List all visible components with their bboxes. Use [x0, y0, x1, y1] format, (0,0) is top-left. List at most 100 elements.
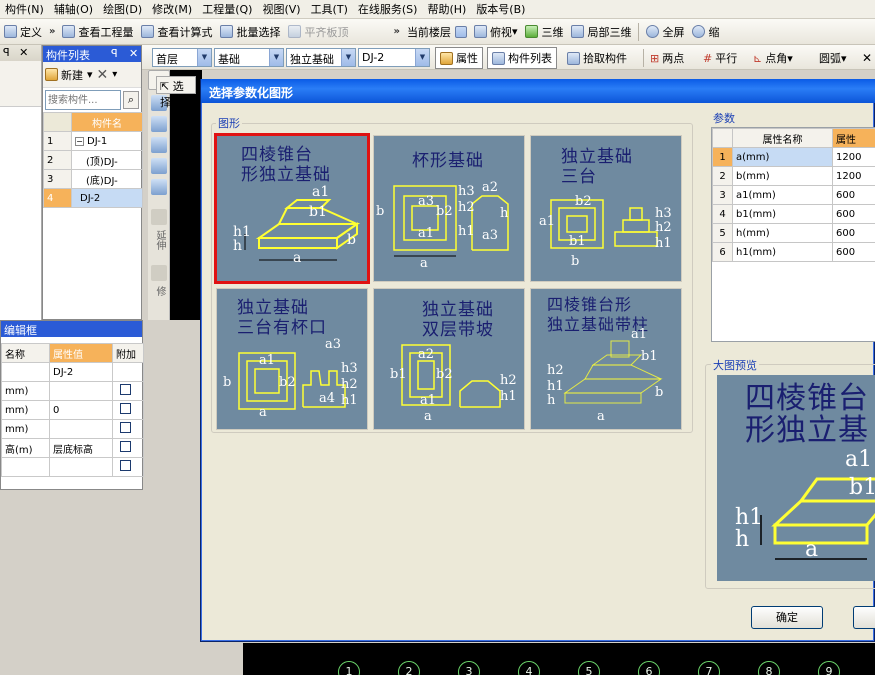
table-row[interactable]: 5 h(mm) 600 — [712, 223, 875, 243]
menu-item[interactable]: 在线服务(S) — [353, 1, 423, 17]
delete-icon[interactable]: ✕ — [97, 67, 109, 83]
local-3d-button[interactable]: 局部三维 — [567, 21, 635, 43]
new-button[interactable]: 新建 — [61, 67, 83, 83]
rotate-icon[interactable] — [151, 179, 167, 195]
search-icon[interactable]: ⌕ — [123, 91, 139, 109]
scissors-icon[interactable] — [151, 116, 167, 132]
fullscreen-icon — [646, 25, 660, 38]
ok-button[interactable]: 确定 — [751, 606, 823, 629]
menu-item[interactable]: 工具(T) — [306, 1, 353, 17]
axis-canvas[interactable]: 1 2 3 4 5 6 7 8 9 — [243, 643, 875, 675]
glasses-icon — [62, 25, 76, 38]
table-row[interactable]: 1− DJ-1 — [43, 131, 143, 151]
extend-icon[interactable] — [151, 209, 167, 225]
shape-thumb-pyramid-frustum[interactable]: 四棱锥台 形独立基础 a1 b1 h1 h b a — [214, 133, 370, 284]
batch-select-button[interactable]: 批量选择 — [216, 21, 284, 43]
type-select[interactable]: 基础 ▼ — [214, 48, 284, 67]
params-table: 属性名称 属性 1 a(mm) 1200 2 b(mm) 1200 3 a1(mm) 600 … — [712, 128, 875, 262]
move-icon[interactable] — [151, 158, 167, 174]
component-table: 构件名 1− DJ-1 2 (顶)DJ- 3 (底)DJ- 4 DJ-2 — [43, 112, 143, 208]
shape-thumb-double-slope[interactable]: 独立基础 双层带坡 a2 b1 b2 h2 h1 a1 a — [373, 288, 525, 430]
checkbox[interactable] — [120, 422, 131, 433]
axis-label: 5 — [578, 661, 600, 675]
chevron-icon[interactable]: » — [46, 26, 58, 37]
component-list-header: 构件列表 ꟼ ✕ — [43, 46, 141, 62]
view-quantity-button[interactable]: 查看工程量 — [58, 21, 137, 43]
three-d-button[interactable]: 三维 — [521, 21, 567, 43]
pin-icon[interactable]: ꟼ — [111, 47, 118, 60]
chevron-icon[interactable]: » — [390, 26, 402, 37]
two-points-button[interactable]: ⊞ 两点 — [646, 47, 688, 69]
table-row[interactable]: mm) — [1, 419, 144, 439]
trim-icon[interactable] — [151, 265, 167, 281]
pick-member-button[interactable]: 拾取构件 — [563, 47, 631, 69]
table-row[interactable]: 2 (顶)DJ- — [43, 150, 143, 170]
floor-dropdown[interactable] — [454, 21, 470, 43]
checkbox[interactable] — [120, 441, 131, 452]
parallel-icon: # — [703, 51, 713, 65]
floor-select[interactable]: 首层 ▼ — [152, 48, 212, 67]
shape-thumb-frustum-column[interactable]: 四棱锥台形 独立基础带柱 a1 b1 h2 h1 h b a — [530, 288, 682, 430]
table-row[interactable]: 4 DJ-2 — [43, 188, 143, 208]
column-header: 属性名称 — [732, 128, 833, 148]
checkbox[interactable] — [120, 460, 131, 471]
collapse-icon[interactable]: − — [75, 136, 84, 146]
table-row[interactable]: 4 b1(mm) 600 — [712, 204, 875, 224]
menu-item[interactable]: 版本号(B) — [471, 1, 530, 17]
zoom-button[interactable]: 缩 — [688, 21, 723, 43]
select-button[interactable]: ⇱ 选择 — [156, 76, 196, 109]
attributes-button[interactable]: 属性 — [435, 47, 483, 69]
menu-item[interactable]: 工程量(Q) — [197, 1, 257, 17]
table-row[interactable]: 1 a(mm) 1200 — [712, 147, 875, 167]
shape-thumb-three-step[interactable]: 独立基础 三台 b2 h3 h2 h1 a1 b1 b — [530, 135, 682, 282]
shape-thumb-cup-foundation[interactable]: 杯形基础 a2 a3 h3 h2 h1 b b2 h a1 a3 a — [373, 135, 525, 282]
table-row[interactable]: DJ-2 — [1, 362, 144, 382]
menu-item[interactable]: 视图(V) — [257, 1, 305, 17]
point-angle-button[interactable]: ⊾ 点角 ▾ — [749, 47, 797, 69]
property-panel: 编辑框 名称 属性值 附加 DJ-2 mm) mm) 0 mm) 高(m) 层底标高 — [0, 320, 144, 490]
table-row[interactable]: 高(m) 层底标高 — [1, 438, 144, 458]
table-row[interactable]: 3 a1(mm) 600 — [712, 185, 875, 205]
close-icon[interactable]: ✕ — [129, 47, 138, 60]
table-row[interactable]: 6 h1(mm) 600 — [712, 242, 875, 262]
top-view-button[interactable]: 俯视 ▾ — [470, 21, 522, 43]
member-list-button[interactable]: 构件列表 — [487, 47, 557, 69]
define-button[interactable]: 定义 — [0, 21, 46, 43]
search-input[interactable] — [45, 90, 121, 110]
close-icon[interactable]: ✕ — [19, 46, 28, 59]
shape-thumb-three-step-cup[interactable]: 独立基础 三台有杯口 a3 a1 h3 h2 h1 b b2 a4 a — [216, 288, 368, 430]
table-row[interactable]: mm) 0 — [1, 400, 144, 420]
subtype-select[interactable]: 独立基础 ▼ — [286, 48, 356, 67]
drawing-canvas[interactable]: ⇱ 选择 — [156, 70, 202, 320]
table-row[interactable] — [1, 457, 144, 477]
left-panel: ꟼ ✕ — [0, 45, 42, 320]
menu-item[interactable]: 修改(M) — [147, 1, 197, 17]
view-formula-button[interactable]: 查看计算式 — [137, 21, 216, 43]
menu-item[interactable]: 帮助(H) — [422, 1, 471, 17]
member-select[interactable]: DJ-2 ▼ — [358, 48, 430, 67]
menu-item[interactable]: 辅轴(O) — [49, 1, 98, 17]
dropdown-arrow-icon — [454, 25, 467, 38]
align-slab-button[interactable]: 平齐板顶 — [284, 21, 352, 43]
axis-label: 4 — [518, 661, 540, 675]
menu-item[interactable]: 构件(N) — [0, 1, 49, 17]
parallel-button[interactable]: # 平行 — [699, 47, 741, 69]
extend-label: 延伸 — [154, 230, 165, 250]
menu-item[interactable]: 绘图(D) — [98, 1, 147, 17]
table-row[interactable]: 2 b(mm) 1200 — [712, 166, 875, 186]
params-table-wrap: 属性名称 属性 1 a(mm) 1200 2 b(mm) 1200 3 a1(mm) 600 … — [711, 127, 875, 342]
property-panel-header: 编辑框 — [1, 321, 142, 337]
pin-icon[interactable]: ꟼ — [3, 46, 10, 59]
table-row[interactable]: 3 (底)DJ- — [43, 169, 143, 189]
checkbox[interactable] — [120, 403, 131, 414]
checkbox[interactable] — [120, 384, 131, 395]
shape-dialog: 选择参数化图形 图形 四棱锥台 形独立基础 a1 b1 h1 h b a 杯形基… — [200, 79, 875, 642]
cancel-button[interactable] — [853, 606, 875, 629]
mirror-icon[interactable] — [151, 137, 167, 153]
component-list-panel: 构件列表ꟼ✕ 新建▾✕▾ ⌕ 构件名 1−DJ-1 2(顶)DJ- 3(底)DJ… — [42, 45, 143, 320]
close-icon[interactable]: ✕ — [862, 51, 872, 65]
table-row[interactable]: mm) — [1, 381, 144, 401]
arc-button[interactable]: 圆弧 ▾ — [815, 47, 851, 69]
fullscreen-button[interactable]: 全屏 — [642, 21, 688, 43]
preview-group-label: 大图预览 — [711, 357, 759, 373]
